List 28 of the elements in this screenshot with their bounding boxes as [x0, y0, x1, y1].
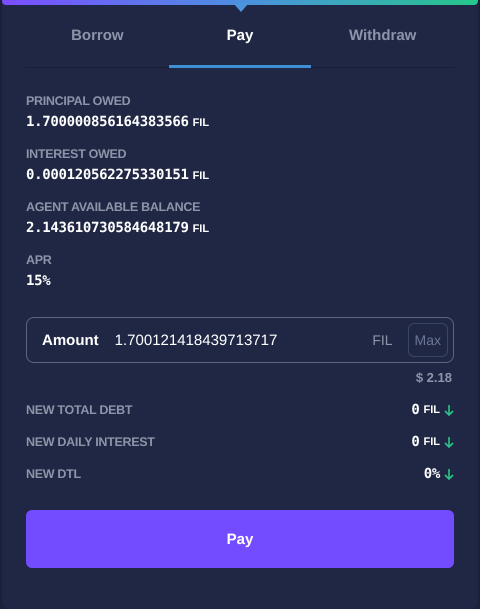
stat-label: APR: [26, 253, 52, 267]
amount-input[interactable]: 1.700121418439713717: [112, 330, 372, 350]
unit-label: FIL: [192, 117, 210, 129]
stat-value: 0.000120562275330151: [26, 167, 189, 183]
summary-value: 0%: [424, 466, 440, 482]
pointer-icon: [234, 4, 248, 12]
summary-value: 0: [411, 434, 420, 450]
unit-label: FIL: [372, 332, 393, 348]
stat-value: 2.143610730584648179: [26, 220, 189, 236]
tab[interactable]: Pay: [168, 5, 312, 68]
stat-value: 1.700000856164383566: [26, 114, 189, 130]
unit-label: FIL: [424, 436, 440, 448]
pay-button[interactable]: Pay: [26, 510, 454, 568]
summary-label: NEW TOTAL DEBT: [26, 403, 132, 417]
summary-label: NEW DTL: [26, 467, 81, 481]
field-label: Amount: [42, 332, 99, 348]
stat-label: INTEREST OWED: [26, 147, 128, 161]
unit-label: FIL: [192, 223, 210, 235]
stat-value: 15%: [26, 273, 50, 289]
summary-value: 0: [411, 402, 420, 418]
unit-label: FIL: [192, 170, 210, 182]
summary-label: NEW DAILY INTEREST: [26, 435, 155, 449]
stat-label: AGENT AVAILABLE BALANCE: [26, 200, 202, 214]
tab[interactable]: Withdraw: [311, 5, 454, 68]
tab[interactable]: Borrow: [26, 5, 169, 68]
stat-label: PRINCIPAL OWED: [26, 94, 132, 108]
unit-label: FIL: [424, 404, 440, 416]
usd-value: $ 2.18: [414, 370, 452, 385]
